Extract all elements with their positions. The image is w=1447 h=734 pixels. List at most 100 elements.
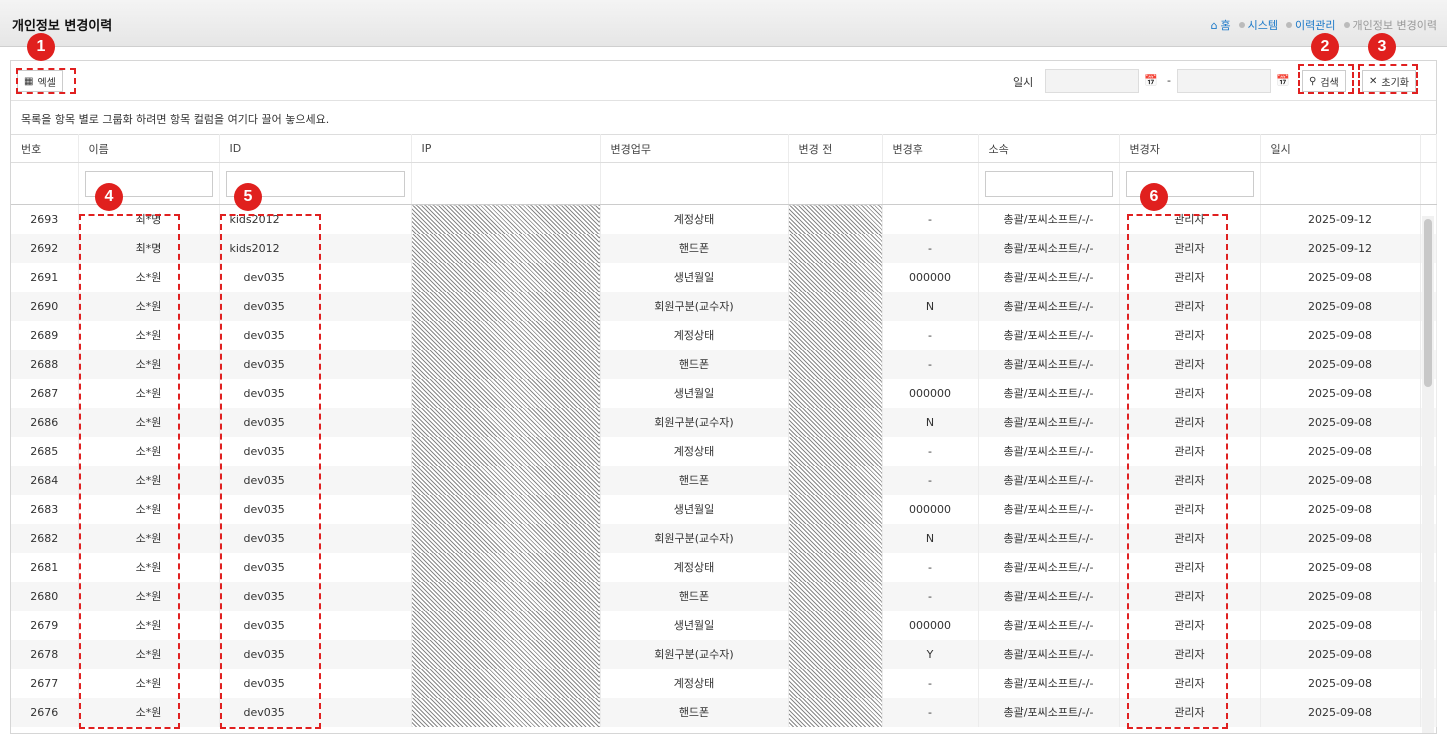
cell-changer[interactable]: 관리자 bbox=[1119, 697, 1261, 727]
cell-changer[interactable]: 관리자 bbox=[1119, 552, 1261, 582]
cell-id[interactable]: dev035 bbox=[219, 291, 412, 321]
cell-name[interactable]: 소*원 bbox=[78, 378, 220, 408]
cell-after: N bbox=[882, 523, 979, 553]
cell-changer[interactable]: 관리자 bbox=[1119, 581, 1261, 611]
cell-id[interactable]: dev035 bbox=[219, 668, 412, 698]
group-drop-hint[interactable]: 목록을 항목 별로 그룹화 하려면 항목 컬럼을 여기다 끌어 놓으세요. bbox=[21, 111, 329, 127]
cell-name[interactable]: 소*원 bbox=[78, 639, 220, 669]
cell-id[interactable]: kids2012 bbox=[219, 233, 412, 263]
cell-name[interactable]: 소*원 bbox=[78, 581, 220, 611]
cell-name[interactable]: 소*원 bbox=[78, 552, 220, 582]
cell-id[interactable]: dev035 bbox=[219, 407, 412, 437]
table-row[interactable]: 2682 소*원 dev035 회원구분(교수자) N 총괄/포씨소프트/-/- 관리자 20… bbox=[11, 523, 1437, 553]
cell-name[interactable]: 소*원 bbox=[78, 349, 220, 379]
table-row[interactable]: 2677 소*원 dev035 계정상태 - 총괄/포씨소프트/-/- 관리자 2025-09… bbox=[11, 668, 1437, 698]
cell-name[interactable]: 소*원 bbox=[78, 436, 220, 466]
cell-changer[interactable]: 관리자 bbox=[1119, 233, 1261, 263]
cell-name[interactable]: 소*원 bbox=[78, 320, 220, 350]
cell-changer[interactable]: 관리자 bbox=[1119, 349, 1261, 379]
cell-changer[interactable]: 관리자 bbox=[1119, 668, 1261, 698]
cell-id[interactable]: dev035 bbox=[219, 378, 412, 408]
date-from-input[interactable] bbox=[1045, 69, 1139, 93]
col-header[interactable]: 변경 전 bbox=[788, 134, 883, 163]
table-row[interactable]: 2688 소*원 dev035 핸드폰 - 총괄/포씨소프트/-/- 관리자 2025-09-… bbox=[11, 349, 1437, 379]
calendar-icon[interactable]: 📅 bbox=[1144, 74, 1158, 87]
cell-changer[interactable]: 관리자 bbox=[1119, 523, 1261, 553]
col-header[interactable]: 이름 bbox=[78, 134, 220, 163]
cell-changer[interactable]: 관리자 bbox=[1119, 407, 1261, 437]
cell-id[interactable]: dev035 bbox=[219, 697, 412, 727]
col-header[interactable]: IP bbox=[411, 134, 601, 163]
cell-name[interactable]: 소*원 bbox=[78, 262, 220, 292]
table-row[interactable]: 2676 소*원 dev035 핸드폰 - 총괄/포씨소프트/-/- 관리자 2025-09-… bbox=[11, 697, 1437, 727]
cell-id[interactable]: dev035 bbox=[219, 349, 412, 379]
breadcrumb-home[interactable]: ⌂ 홈 bbox=[1211, 17, 1231, 33]
table-row[interactable]: 2690 소*원 dev035 회원구분(교수자) N 총괄/포씨소프트/-/- 관리자 20… bbox=[11, 291, 1437, 321]
reset-button[interactable]: ✕ 초기화 bbox=[1362, 70, 1416, 92]
cell-id[interactable]: dev035 bbox=[219, 494, 412, 524]
table-row[interactable]: 2691 소*원 dev035 생년월일 000000 총괄/포씨소프트/-/- 관리자 20… bbox=[11, 262, 1437, 292]
cell-name[interactable]: 소*원 bbox=[78, 407, 220, 437]
scrollbar-thumb[interactable] bbox=[1424, 219, 1432, 387]
table-row[interactable]: 2684 소*원 dev035 핸드폰 - 총괄/포씨소프트/-/- 관리자 2025-09-… bbox=[11, 465, 1437, 495]
cell-name[interactable]: 소*원 bbox=[78, 291, 220, 321]
bullet-icon bbox=[1286, 22, 1293, 28]
col-header[interactable]: 번호 bbox=[11, 134, 79, 163]
date-to-input[interactable] bbox=[1177, 69, 1271, 93]
cell-changer[interactable]: 관리자 bbox=[1119, 320, 1261, 350]
cell-changer[interactable]: 관리자 bbox=[1119, 378, 1261, 408]
col-header[interactable]: 변경업무 bbox=[600, 134, 789, 163]
col-header[interactable]: 소속 bbox=[978, 134, 1120, 163]
cell-changer[interactable]: 관리자 bbox=[1119, 204, 1261, 234]
table-row[interactable]: 2693 최*명 kids2012 계정상태 - 총괄/포씨소프트/-/- 관리자 2025-… bbox=[11, 204, 1437, 234]
cell-id[interactable]: dev035 bbox=[219, 610, 412, 640]
cell-name[interactable]: 소*원 bbox=[78, 523, 220, 553]
breadcrumb-system[interactable]: 시스템 bbox=[1238, 17, 1278, 33]
col-header[interactable]: ID bbox=[219, 134, 412, 163]
table-row[interactable]: 2685 소*원 dev035 계정상태 - 총괄/포씨소프트/-/- 관리자 2025-09… bbox=[11, 436, 1437, 466]
table-row[interactable]: 2689 소*원 dev035 계정상태 - 총괄/포씨소프트/-/- 관리자 2025-09… bbox=[11, 320, 1437, 350]
table-row[interactable]: 2687 소*원 dev035 생년월일 000000 총괄/포씨소프트/-/- 관리자 20… bbox=[11, 378, 1437, 408]
cell-name[interactable]: 소*원 bbox=[78, 465, 220, 495]
cell-name[interactable]: 소*원 bbox=[78, 494, 220, 524]
cell-name[interactable]: 소*원 bbox=[78, 610, 220, 640]
calendar-icon[interactable]: 📅 bbox=[1276, 74, 1290, 87]
org-filter-input[interactable] bbox=[984, 170, 1113, 197]
table-row[interactable]: 2683 소*원 dev035 생년월일 000000 총괄/포씨소프트/-/- 관리자 20… bbox=[11, 494, 1437, 524]
cell-id[interactable]: dev035 bbox=[219, 262, 412, 292]
cell-id[interactable]: dev035 bbox=[219, 581, 412, 611]
cell-id[interactable]: dev035 bbox=[219, 465, 412, 495]
cell-changer[interactable]: 관리자 bbox=[1119, 494, 1261, 524]
search-button[interactable]: ⚲ 검색 bbox=[1302, 70, 1346, 92]
cell-id[interactable]: dev035 bbox=[219, 639, 412, 669]
cell-name[interactable]: 최*명 bbox=[78, 233, 220, 263]
excel-button[interactable]: ▦ 엑셀 bbox=[17, 70, 63, 92]
table-row[interactable]: 2678 소*원 dev035 회원구분(교수자) Y 총괄/포씨소프트/-/- 관리자 20… bbox=[11, 639, 1437, 669]
table-row[interactable]: 2686 소*원 dev035 회원구분(교수자) N 총괄/포씨소프트/-/- 관리자 20… bbox=[11, 407, 1437, 437]
cell-changer[interactable]: 관리자 bbox=[1119, 436, 1261, 466]
cell-changer[interactable]: 관리자 bbox=[1119, 465, 1261, 495]
table-row[interactable]: 2680 소*원 dev035 핸드폰 - 총괄/포씨소프트/-/- 관리자 2025-09-… bbox=[11, 581, 1437, 611]
table-row[interactable]: 2679 소*원 dev035 생년월일 000000 총괄/포씨소프트/-/- 관리자 20… bbox=[11, 610, 1437, 640]
cell-id[interactable]: dev035 bbox=[219, 552, 412, 582]
cell-before bbox=[788, 639, 883, 669]
table-row[interactable]: 2681 소*원 dev035 계정상태 - 총괄/포씨소프트/-/- 관리자 2025-09… bbox=[11, 552, 1437, 582]
cell-changer[interactable]: 관리자 bbox=[1119, 291, 1261, 321]
col-header[interactable]: 변경자 bbox=[1119, 134, 1261, 163]
col-header[interactable]: 변경후 bbox=[882, 134, 979, 163]
cell-changer[interactable]: 관리자 bbox=[1119, 262, 1261, 292]
breadcrumb-history[interactable]: 이력관리 bbox=[1286, 17, 1336, 33]
breadcrumb-current: 개인정보 변경이력 bbox=[1343, 17, 1437, 33]
cell-id[interactable]: dev035 bbox=[219, 436, 412, 466]
col-header[interactable]: 일시 bbox=[1260, 134, 1421, 163]
cell-no: 2685 bbox=[11, 436, 79, 466]
cell-no: 2684 bbox=[11, 465, 79, 495]
cell-changer[interactable]: 관리자 bbox=[1119, 610, 1261, 640]
cell-id[interactable]: dev035 bbox=[219, 320, 412, 350]
cell-id[interactable]: dev035 bbox=[219, 523, 412, 553]
cell-changer[interactable]: 관리자 bbox=[1119, 639, 1261, 669]
cell-name[interactable]: 최*명 bbox=[78, 204, 220, 234]
table-row[interactable]: 2692 최*명 kids2012 핸드폰 - 총괄/포씨소프트/-/- 관리자 2025-0… bbox=[11, 233, 1437, 263]
cell-name[interactable]: 소*원 bbox=[78, 697, 220, 727]
cell-name[interactable]: 소*원 bbox=[78, 668, 220, 698]
